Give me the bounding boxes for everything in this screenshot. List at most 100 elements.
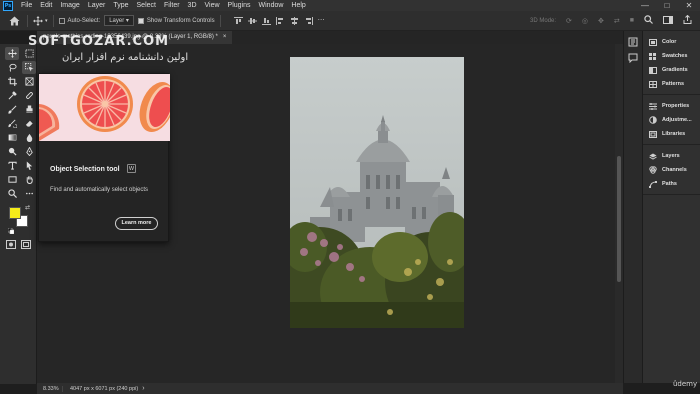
menu-edit[interactable]: Edit <box>36 2 56 9</box>
menu-plugins[interactable]: Plugins <box>224 2 255 9</box>
panel-tab-properties[interactable]: Properties <box>643 99 700 113</box>
maximize-button[interactable]: □ <box>656 0 678 11</box>
align-hcenter-icon[interactable] <box>290 16 299 25</box>
move-tool-preset-icon[interactable]: ▾ <box>33 15 48 26</box>
history-brush-icon[interactable] <box>5 117 19 130</box>
home-icon[interactable] <box>6 13 22 29</box>
healing-brush-icon[interactable] <box>22 89 36 102</box>
show-transform-label: Show Transform Controls <box>146 17 215 24</box>
more-tools-icon[interactable] <box>22 187 36 200</box>
menu-window[interactable]: Window <box>255 2 288 9</box>
color-swatches: ⇄ <box>0 204 36 235</box>
auto-select-checkbox[interactable] <box>58 17 65 24</box>
panel-tab-color[interactable]: Color <box>643 35 700 49</box>
menu-view[interactable]: View <box>201 2 224 9</box>
paths-panel-icon <box>649 180 657 188</box>
pen-tool-icon[interactable] <box>22 145 36 158</box>
menu-image[interactable]: Image <box>56 2 83 9</box>
pan-3d-icon[interactable]: ✥ <box>598 17 604 25</box>
menu-3d[interactable]: 3D <box>184 2 201 9</box>
gradient-tool-icon[interactable] <box>5 131 19 144</box>
search-icon[interactable] <box>644 15 653 26</box>
basilica-photo <box>290 57 464 328</box>
quick-mask-icon[interactable] <box>6 236 16 254</box>
tools-panel: ⇄ <box>0 44 37 384</box>
close-tab-icon[interactable]: × <box>223 31 227 44</box>
panel-group-color: Color Swatches Gradients Patterns <box>643 31 700 95</box>
eyedropper-tool-icon[interactable] <box>5 89 19 102</box>
brush-tool-icon[interactable] <box>5 103 19 116</box>
default-colors-icon[interactable] <box>7 221 15 235</box>
show-transform-checkbox[interactable] <box>137 17 144 24</box>
foreground-color-swatch[interactable] <box>9 207 21 219</box>
watermark-tagline: اولین دانشنامه نرم افزار ایران <box>62 52 189 63</box>
panel-tab-gradients[interactable]: Gradients <box>643 63 700 77</box>
vertical-scrollbar[interactable] <box>615 44 623 383</box>
minimize-button[interactable]: — <box>634 0 656 11</box>
close-window-button[interactable]: ✕ <box>678 0 700 11</box>
tooltip-title: Object Selection tool <box>50 166 120 173</box>
dodge-tool-icon[interactable] <box>5 145 19 158</box>
panel-tab-channels[interactable]: Channels <box>643 163 700 177</box>
crop-tool-icon[interactable] <box>5 75 19 88</box>
menu-file[interactable]: File <box>17 2 36 9</box>
swap-colors-icon[interactable]: ⇄ <box>25 204 30 211</box>
align-bottom-icon[interactable] <box>261 17 271 25</box>
menu-layer[interactable]: Layer <box>84 2 110 9</box>
panel-tab-patterns[interactable]: Patterns <box>643 77 700 91</box>
hand-tool-icon[interactable] <box>22 173 36 186</box>
panel-tab-layers[interactable]: Layers <box>643 149 700 163</box>
workspace-icon[interactable] <box>663 15 673 26</box>
comments-panel-icon[interactable] <box>628 53 639 63</box>
status-bar: 8.33% 4047 px x 6071 px (240 ppi) › <box>37 383 623 394</box>
menu-bar: Ps File Edit Image Layer Type Select Fil… <box>0 0 700 11</box>
auto-select-dropdown[interactable]: Layer ▾ <box>104 15 134 26</box>
panel-group-properties: Properties Adjustme... Libraries <box>643 95 700 145</box>
swatches-panel-icon <box>649 52 657 60</box>
screen-mode-icon[interactable] <box>21 236 31 254</box>
panel-tab-libraries[interactable]: Libraries <box>643 127 700 141</box>
orbit-3d-icon[interactable]: ⟳ <box>566 17 572 25</box>
object-selection-tooltip: Object Selection tool W Find and automat… <box>38 73 170 242</box>
roll-3d-icon[interactable]: ◎ <box>582 17 588 25</box>
photoshop-logo[interactable]: Ps <box>3 0 13 11</box>
move-tool-icon[interactable] <box>5 47 19 60</box>
menu-help[interactable]: Help <box>287 2 309 9</box>
align-buttons: ⋯ <box>233 16 326 25</box>
menu-select[interactable]: Select <box>133 2 160 9</box>
rectangle-tool-icon[interactable] <box>5 173 19 186</box>
align-top-icon[interactable] <box>233 16 243 25</box>
vertical-scroll-thumb[interactable] <box>617 156 621 282</box>
slide-3d-icon[interactable]: ⇄ <box>614 17 620 25</box>
channels-panel-icon <box>649 166 657 174</box>
color-panel-icon <box>649 38 657 46</box>
align-vcenter-icon[interactable] <box>247 17 257 25</box>
learn-more-button[interactable]: Learn more <box>115 217 158 230</box>
panel-tab-adjustments[interactable]: Adjustme... <box>643 113 700 127</box>
share-icon[interactable] <box>683 14 692 26</box>
path-selection-icon[interactable] <box>22 159 36 172</box>
menu-type[interactable]: Type <box>109 2 132 9</box>
blur-tool-icon[interactable] <box>22 131 36 144</box>
panel-label-gradients: Gradients <box>662 67 688 73</box>
video-icon[interactable]: ■ <box>630 17 634 24</box>
align-right-icon[interactable] <box>304 16 313 25</box>
panel-tab-paths[interactable]: Paths <box>643 177 700 191</box>
document-image[interactable] <box>290 57 464 328</box>
type-tool-icon[interactable] <box>5 159 19 172</box>
menu-filter[interactable]: Filter <box>160 2 184 9</box>
eraser-tool-icon[interactable] <box>22 117 36 130</box>
zoom-tool-icon[interactable] <box>5 187 19 200</box>
lasso-tool-icon[interactable] <box>5 61 19 74</box>
frame-tool-icon[interactable] <box>22 75 36 88</box>
history-panel-icon[interactable] <box>628 37 639 47</box>
more-options-icon[interactable]: ⋯ <box>318 17 326 25</box>
panel-tab-swatches[interactable]: Swatches <box>643 49 700 63</box>
auto-select-value: Layer <box>109 18 125 24</box>
align-left-icon[interactable] <box>275 16 285 25</box>
clone-stamp-icon[interactable] <box>22 103 36 116</box>
status-menu-arrow[interactable]: › <box>142 385 144 392</box>
panel-dock: Color Swatches Gradients Patterns Proper… <box>642 31 700 383</box>
zoom-level[interactable]: 8.33% <box>37 385 63 392</box>
object-selection-tool-icon[interactable] <box>22 61 36 74</box>
